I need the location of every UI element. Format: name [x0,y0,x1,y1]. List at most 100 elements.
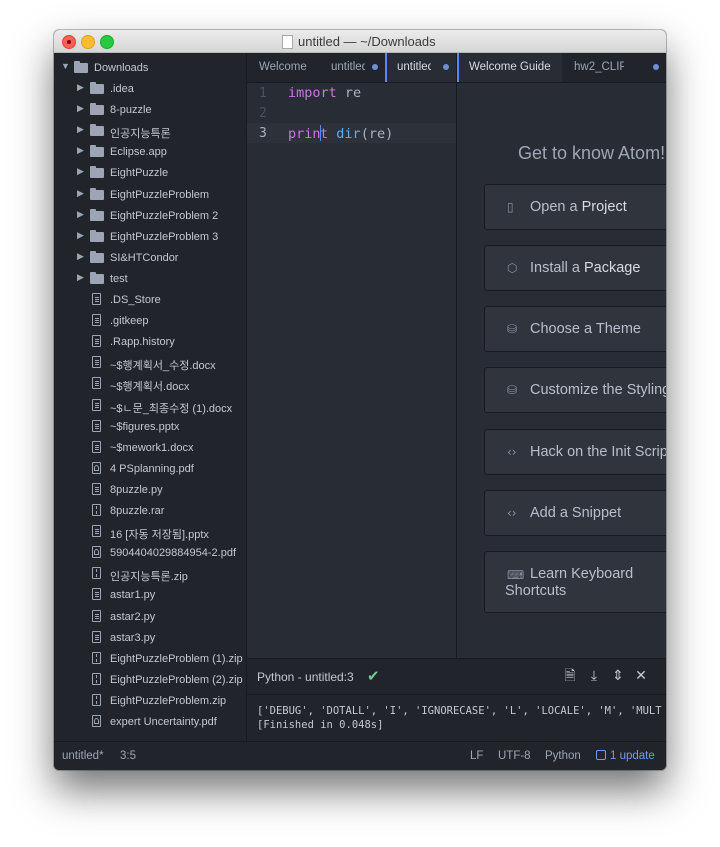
tab-tabs_right-1[interactable]: hw2_CLIP [562,53,666,82]
tree-item-label: .idea [110,83,134,95]
output-line: [Finished in 0.048s] [257,719,384,731]
checkmark-icon: ✔ [367,668,380,685]
tree-root-downloads[interactable]: ▼ Downloads [54,57,246,78]
code-line-1[interactable]: import re [288,85,361,101]
title-bar: untitled — ~/Downloads [54,30,666,53]
tree-file-item[interactable]: 16 [자동 저장됨].pptx [54,521,246,542]
status-encoding[interactable]: UTF-8 [498,750,531,762]
tree-file-item[interactable]: ~$figures.pptx [54,416,246,437]
tree-file-item[interactable]: EightPuzzleProblem.zip [54,690,246,711]
guide-card-text-pre: Choose a Theme [530,321,641,337]
tree-item-label: astar1.py [110,589,156,602]
tree-item-label: 인공지능특론 [110,128,171,141]
tree-item-label: .DS_Store [110,294,161,306]
tree-file-item[interactable]: 4 PSplanning.pdf [54,458,246,479]
guide-card[interactable]: ⛁ Customize the Styling [484,367,666,413]
tree-folder-item[interactable]: ▶ EightPuzzleProblem 3 [54,226,246,247]
tree-item-label: ~$mework1.docx [110,441,194,454]
tree-file-item[interactable]: 5904404029884954-2.pdf [54,542,246,563]
tree-file-item[interactable]: .gitkeep [54,310,246,331]
tree-folder-item[interactable]: ▶ test [54,268,246,289]
tree-folder-item[interactable]: ▶ .idea [54,78,246,99]
folder-icon [90,145,104,158]
tree-folder-item[interactable]: ▶ 인공지능특론 [54,120,246,141]
tree-file-item[interactable]: ~$ㄴ문_최종수정 (1).docx [54,395,246,416]
tree-item-label: Eclipse.app [110,146,167,159]
folder-icon [90,208,104,221]
panel-output: ['DEBUG', 'DOTALL', 'I', 'IGNORECASE', '… [257,704,662,732]
tree-item-label: 16 [자동 저장됨].pptx [110,529,209,542]
tree-file-item[interactable]: astar1.py [54,584,246,605]
file-icon [92,588,101,601]
save-output-button[interactable]: ⤓ [586,668,602,684]
close-window-button[interactable] [62,35,76,49]
toggle-panel-button[interactable]: ⇕ [610,668,626,684]
tree-item-label: EightPuzzleProblem 2 [110,209,219,222]
keyword-print-tail: t [320,126,329,142]
code-line-3[interactable]: print dir(re) [288,125,393,142]
zip-file-icon [92,651,101,664]
status-updates[interactable]: 1 update [596,750,655,762]
guide-card[interactable]: ▯ Open a Project [484,184,666,230]
tab-tabs_left-0[interactable]: Welcome [247,53,319,82]
status-file-name[interactable]: untitled* [62,750,104,762]
tree-file-item[interactable]: .DS_Store [54,289,246,310]
tree-folder-item[interactable]: ▶ Eclipse.app [54,141,246,162]
file-icon [92,440,101,453]
line-number: 1 [259,86,267,101]
guide-card[interactable]: ⛁ Choose a Theme [484,306,666,352]
tree-file-item[interactable]: 8puzzle.rar [54,500,246,521]
package-icon: ⬡ [507,261,518,275]
tab-tabs_left-1[interactable]: untitled [319,53,385,82]
tree-file-item[interactable]: astar3.py [54,627,246,648]
file-icon [92,335,101,348]
guide-card[interactable]: ‹› Add a Snippet [484,490,666,536]
tree-file-item[interactable]: expert Uncertainty.pdf [54,711,246,732]
tree-folder-item[interactable]: ▶ 8-puzzle [54,99,246,120]
tab-label: untitled [331,61,365,73]
tab-tabs_right-0[interactable]: Welcome Guide [457,53,562,82]
tree-file-item[interactable]: EightPuzzleProblem (2).zip [54,669,246,690]
close-panel-button[interactable]: ✕ [633,668,649,684]
guide-card[interactable]: ⌨ Learn Keyboard Shortcuts [484,551,666,613]
zip-file-icon [92,693,101,706]
script-output-panel: Python - untitled:3 ✔ 🗎 ⤓ ⇕ ✕ ['DEBUG', … [247,658,666,742]
tree-folder-item[interactable]: ▶ EightPuzzleProblem 2 [54,205,246,226]
guide-card[interactable]: ⬡ Install a Package [484,245,666,291]
zoom-window-button[interactable] [100,35,114,49]
file-icon [92,482,101,495]
minimize-window-button[interactable] [81,35,95,49]
tree-file-item[interactable]: 인공지능특론.zip [54,563,246,584]
tree-file-item[interactable]: .Rapp.history [54,331,246,352]
tab-tabs_left-2[interactable]: untitled [385,53,456,82]
status-line-ending[interactable]: LF [470,750,483,762]
modified-dot-icon [372,64,378,70]
tree-folder-item[interactable]: ▶ EightPuzzle [54,162,246,183]
code-icon: ‹› [507,506,517,520]
tree-file-item[interactable]: ~$행계획서.docx [54,373,246,394]
panel-title: Python - untitled:3 [257,670,354,684]
tree-folder-item[interactable]: ▶ EightPuzzleProblem [54,184,246,205]
pdf-file-icon [92,715,101,727]
tree-file-item[interactable]: EightPuzzleProblem (1).zip [54,648,246,669]
chevron-right-icon: ▶ [77,208,84,219]
line-number: 3 [259,126,267,141]
guide-card-text-highlight: Project [581,199,627,215]
file-icon [92,419,101,432]
code-editor[interactable]: 1 2 3 import re print dir(re) [247,83,456,658]
tree-file-item[interactable]: ~$mework1.docx [54,437,246,458]
copy-output-button[interactable]: 🗎 [562,668,578,684]
status-cursor-position[interactable]: 3:5 [120,750,136,762]
tree-file-item[interactable]: 8puzzle.py [54,479,246,500]
tree-file-item[interactable]: astar2.py [54,606,246,627]
window-title: untitled — ~/Downloads [298,34,436,49]
file-icon [92,398,101,411]
status-grammar[interactable]: Python [545,750,581,762]
tree-file-item[interactable]: ~$행계획서_수정.docx [54,352,246,373]
updates-label: 1 update [610,750,655,762]
folder-icon [90,187,104,200]
guide-card-text-pre: Hack on the Init Script [530,444,666,460]
tree-folder-item[interactable]: ▶ SI&HTCondor [54,247,246,268]
guide-card[interactable]: ‹› Hack on the Init Script [484,429,666,475]
file-icon [92,630,101,643]
